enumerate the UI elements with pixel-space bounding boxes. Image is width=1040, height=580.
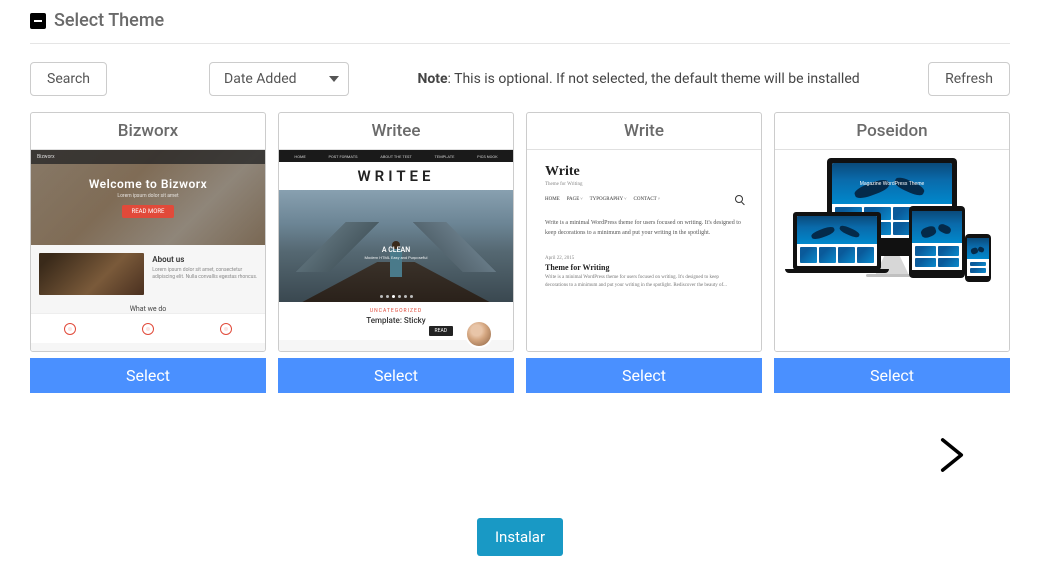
nav-item: PICS NOOK bbox=[477, 154, 497, 159]
device-tablet-icon bbox=[909, 206, 965, 278]
collapse-toggle-icon[interactable] bbox=[30, 13, 46, 29]
preview-read-button: READ bbox=[429, 326, 453, 336]
feature-icon bbox=[64, 323, 76, 335]
theme-title: Bizworx bbox=[31, 113, 265, 150]
preview-post-category: UNCATEGORIZED bbox=[293, 308, 499, 314]
nav-item: HOME bbox=[545, 196, 560, 202]
next-page-button[interactable] bbox=[934, 433, 970, 480]
device-phone-icon bbox=[965, 234, 991, 282]
preview-about-text: Lorem ipsum dolor sit amet, consectetur … bbox=[152, 267, 259, 281]
search-icon bbox=[735, 195, 743, 203]
preview-hero-big: A CLEAN bbox=[279, 246, 513, 254]
theme-card-poseidon: Poseidon Poseidon Magazine WordPress The… bbox=[774, 112, 1010, 393]
theme-preview-bizworx[interactable]: Bizworx Welcome to Bizworx Lorem ipsum d… bbox=[31, 150, 265, 351]
search-button[interactable]: Search bbox=[30, 62, 107, 96]
chevron-right-icon bbox=[938, 437, 966, 473]
preview-hero-sub: Lorem ipsum dolor sit amet bbox=[117, 193, 178, 199]
theme-title: Writee bbox=[279, 113, 513, 150]
preview-post-date: April 22, 2015 bbox=[545, 256, 743, 261]
preview-site-title: Write bbox=[545, 164, 743, 180]
sort-select[interactable]: Date Added bbox=[209, 62, 349, 96]
nav-item: ABOUT THE TEST bbox=[380, 154, 412, 159]
nav-item: POST FORMATS bbox=[329, 154, 358, 159]
preview-logo: WRITEE bbox=[279, 162, 513, 190]
refresh-button[interactable]: Refresh bbox=[928, 62, 1010, 96]
feature-icon bbox=[142, 323, 154, 335]
themes-grid: Bizworx Bizworx Welcome to Bizworx Lorem… bbox=[30, 112, 1010, 393]
select-theme-button[interactable]: Select bbox=[30, 358, 266, 393]
theme-card-writee: Writee HOME POST FORMATS ABOUT THE TEST … bbox=[278, 112, 514, 393]
nav-item: TEMPLATE bbox=[435, 154, 455, 159]
preview-post-excerpt: Write is a minimal WordPress theme for u… bbox=[545, 274, 743, 289]
select-theme-button[interactable]: Select bbox=[526, 358, 762, 393]
preview-about-heading: About us bbox=[152, 255, 259, 264]
feature-icon bbox=[220, 323, 232, 335]
install-button[interactable]: Instalar bbox=[477, 518, 563, 556]
theme-preview-poseidon[interactable]: Poseidon Magazine WordPress Theme bbox=[775, 150, 1009, 351]
select-theme-button[interactable]: Select bbox=[774, 358, 1010, 393]
nav-item: CONTACT bbox=[634, 196, 660, 202]
preview-hero-text: Welcome to Bizworx bbox=[89, 177, 207, 191]
preview-cta: READ MORE bbox=[122, 205, 175, 218]
preview-description: Write is a minimal WordPress theme for u… bbox=[545, 219, 743, 238]
preview-topbar: Bizworx bbox=[31, 150, 265, 164]
nav-item: TYPOGRAPHY bbox=[590, 196, 627, 202]
note-text: Note: This is optional. If not selected,… bbox=[361, 71, 916, 87]
preview-site-subtitle: Theme for Writing bbox=[545, 182, 743, 187]
preview-image bbox=[39, 253, 144, 295]
theme-title: Poseidon bbox=[775, 113, 1009, 150]
theme-preview-writee[interactable]: HOME POST FORMATS ABOUT THE TEST TEMPLAT… bbox=[279, 150, 513, 351]
theme-preview-write[interactable]: Write Theme for Writing HOME PAGE TYPOGR… bbox=[527, 150, 761, 351]
select-theme-button[interactable]: Select bbox=[278, 358, 514, 393]
preview-nav: HOME POST FORMATS ABOUT THE TEST TEMPLAT… bbox=[279, 150, 513, 162]
theme-title: Write bbox=[527, 113, 761, 150]
preview-hero-small: Modern HTML Easy and Purposeful bbox=[279, 255, 513, 260]
preview-footer-heading: What we do bbox=[31, 303, 265, 313]
nav-item: PAGE bbox=[567, 196, 583, 202]
toolbar: Search Date Added Note: This is optional… bbox=[30, 62, 1010, 96]
device-laptop-icon bbox=[793, 212, 881, 270]
avatar-icon bbox=[465, 320, 493, 348]
nav-item: HOME bbox=[294, 154, 305, 159]
preview-hero-text: Magazine WordPress Theme bbox=[860, 181, 925, 187]
page-title: Select Theme bbox=[54, 10, 164, 31]
theme-card-bizworx: Bizworx Bizworx Welcome to Bizworx Lorem… bbox=[30, 112, 266, 393]
theme-card-write: Write Write Theme for Writing HOME PAGE … bbox=[526, 112, 762, 393]
preview-post-title: Theme for Writing bbox=[545, 263, 743, 272]
